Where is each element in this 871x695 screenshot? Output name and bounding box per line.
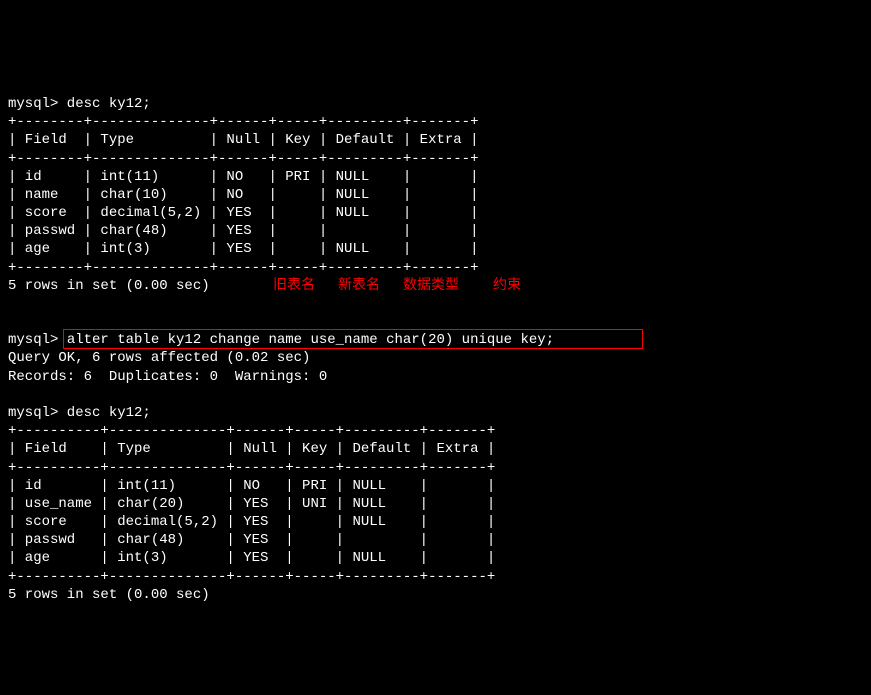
table1-row-2: | score | decimal(5,2) | YES | | NULL | … xyxy=(8,205,478,221)
table1-header: | Field | Type | Null | Key | Default | … xyxy=(8,132,478,148)
table2-row-4: | age | int(3) | YES | | NULL | | xyxy=(8,550,495,566)
table2-row-1: | use_name | char(20) | YES | UNI | NULL… xyxy=(8,496,495,512)
table1-row-0: | id | int(11) | NO | PRI | NULL | | xyxy=(8,169,478,185)
table2-row-3: | passwd | char(48) | YES | | | | xyxy=(8,532,495,548)
annotation-old-name: 旧表名 xyxy=(273,277,315,295)
result1: 5 rows in set (0.00 sec) xyxy=(8,278,210,294)
table2-sep-top: +----------+--------------+------+-----+… xyxy=(8,423,495,439)
annotation-constraint: 约束 xyxy=(493,277,521,295)
alter-command-container: mysql> alter table ky12 change name use_… xyxy=(8,331,863,349)
annotation-new-name: 新表名 xyxy=(338,277,380,295)
records-line: Records: 6 Duplicates: 0 Warnings: 0 xyxy=(8,369,327,385)
table1-sep-mid: +--------+--------------+------+-----+--… xyxy=(8,151,478,167)
table1-row-4: | age | int(3) | YES | | NULL | | xyxy=(8,241,478,257)
table2-header: | Field | Type | Null | Key | Default | … xyxy=(8,441,495,457)
query-ok: Query OK, 6 rows affected (0.02 sec) xyxy=(8,350,310,366)
table2-row-0: | id | int(11) | NO | PRI | NULL | | xyxy=(8,478,495,494)
alter-command: alter table ky12 change name use_name ch… xyxy=(67,332,554,348)
mysql-prompt-1[interactable]: mysql> desc ky12; xyxy=(8,96,151,112)
table2-sep-bottom: +----------+--------------+------+-----+… xyxy=(8,569,495,585)
mysql-prompt-2[interactable]: mysql> alter table ky12 change name use_… xyxy=(8,332,554,348)
table1-sep-bottom: +--------+--------------+------+-----+--… xyxy=(8,260,478,276)
table2-row-2: | score | decimal(5,2) | YES | | NULL | … xyxy=(8,514,495,530)
table1-sep-top: +--------+--------------+------+-----+--… xyxy=(8,114,478,130)
mysql-prompt-3[interactable]: mysql> desc ky12; xyxy=(8,405,151,421)
table1-row-3: | passwd | char(48) | YES | | | | xyxy=(8,223,478,239)
annotation-data-type: 数据类型 xyxy=(403,277,459,295)
terminal-output: mysql> desc ky12; +--------+------------… xyxy=(8,77,863,604)
table1-row-1: | name | char(10) | NO | | NULL | | xyxy=(8,187,478,203)
result2: 5 rows in set (0.00 sec) xyxy=(8,587,210,603)
result-annotation-row: 5 rows in set (0.00 sec) 旧表名 新表名 数据类型 约束 xyxy=(8,277,863,295)
table2-sep-mid: +----------+--------------+------+-----+… xyxy=(8,460,495,476)
